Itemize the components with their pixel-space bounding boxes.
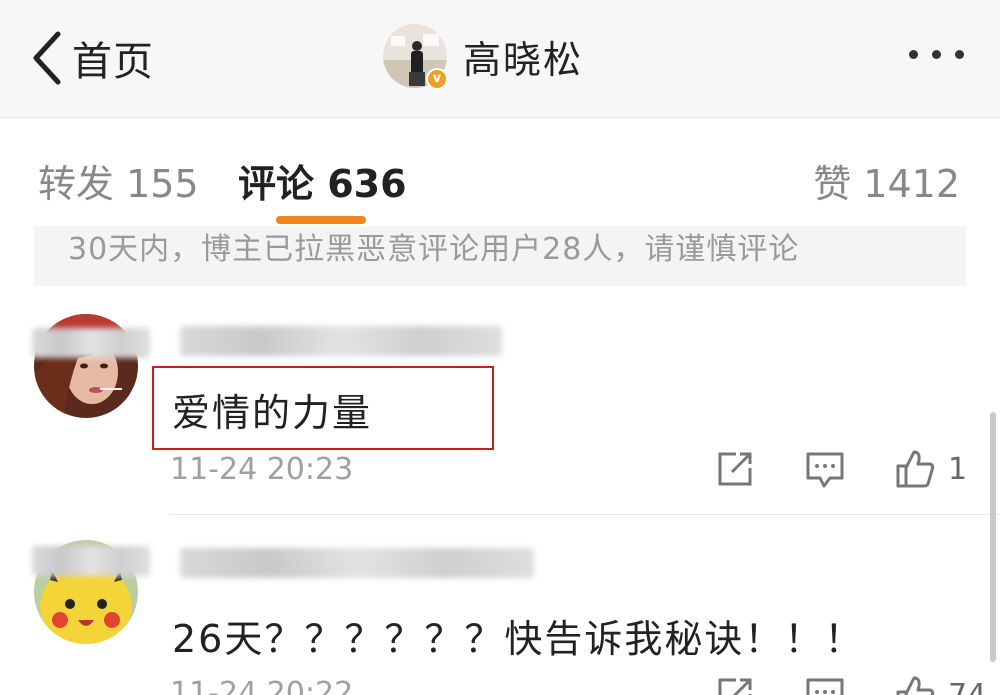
notice-text: 30天内，博主已拉黑恶意评论用户28人，请谨慎评论 [68,232,800,267]
tab-repost[interactable]: 转发 155 [38,153,199,208]
blogger-name: 高晓松 [463,37,584,82]
blurred-username [180,326,502,356]
verified-badge-icon: v [426,68,448,90]
blogger-profile[interactable]: 高晓松 [383,24,583,88]
blurred-username [180,548,534,578]
comment-item: 26天？？？？？？快告诉我秘诀！！！ 11-24 20:22 74 [0,536,1000,695]
comment-item: 爱情的力量 11-24 20:23 1 [0,310,1000,520]
comment-actions: 1 [714,448,967,490]
back-button[interactable]: 首页 [28,28,154,88]
share-icon[interactable] [714,448,756,490]
active-tab-indicator [276,216,366,224]
reply-icon[interactable] [804,448,846,490]
reply-icon[interactable] [804,674,846,695]
like-count: 1 [948,451,968,487]
tab-likes[interactable]: 赞 1412 [813,153,960,208]
top-bar: 首页 高晓松 v [0,0,1000,118]
comment-tabs: 转发 155 评论 636 赞 1412 [0,118,1000,234]
thumbs-up-icon[interactable] [894,448,936,490]
like-count: 74 [948,677,987,695]
comment-time: 11-24 20:23 [170,452,354,487]
comment-text: 爱情的力量 [172,391,373,435]
more-dots-icon[interactable] [909,50,964,59]
comment-divider [170,514,1000,515]
scrollbar[interactable] [990,412,996,662]
comment-text: 26天？？？？？？快告诉我秘诀！！！ [172,617,865,661]
share-icon[interactable] [714,674,756,695]
blurred-username [32,328,150,358]
moderation-notice: 30天内，博主已拉黑恶意评论用户28人，请谨慎评论 [34,226,966,286]
chevron-left-icon [33,31,61,85]
back-label: 首页 [72,39,154,85]
comment-time: 11-24 20:22 [170,676,354,695]
comment-actions: 74 [714,674,986,695]
thumbs-up-icon[interactable] [894,674,936,695]
blurred-username [32,546,150,576]
